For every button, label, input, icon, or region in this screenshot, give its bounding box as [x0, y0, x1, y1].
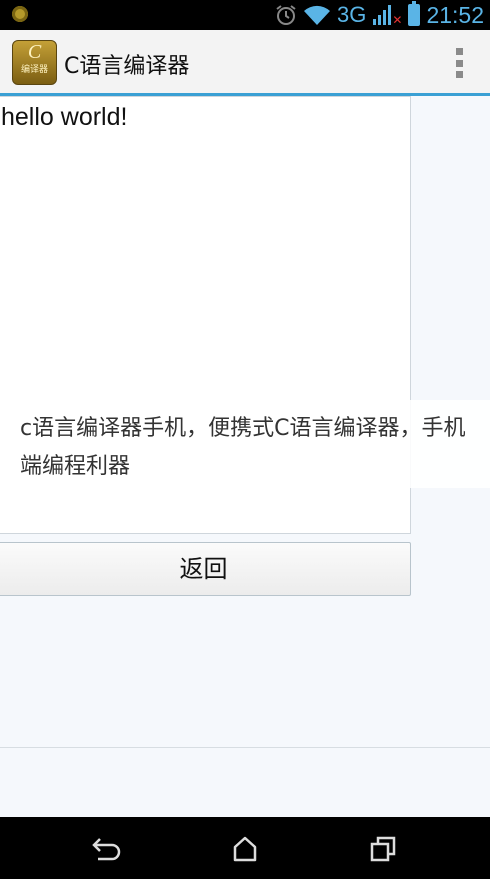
- network-type-label: 3G: [337, 2, 367, 27]
- battery-icon: [408, 1, 421, 26]
- alarm-icon: [276, 5, 296, 25]
- output-text: hello world!: [1, 103, 128, 131]
- status-bar: 3G ✕ 21:52: [0, 0, 490, 30]
- recent-apps-icon[interactable]: [364, 835, 404, 863]
- app-title: C语言编译器: [64, 54, 190, 79]
- overflow-menu-icon[interactable]: [456, 48, 464, 78]
- menu-dot: [456, 71, 463, 78]
- navigation-bar: [0, 817, 490, 879]
- status-clock: 21:52: [426, 1, 484, 28]
- back-icon[interactable]: [86, 835, 126, 863]
- signal-icon: [373, 5, 392, 25]
- app-icon-caption: 编译器: [20, 65, 48, 75]
- menu-dot: [456, 59, 463, 67]
- back-button-label: 返回: [179, 555, 228, 583]
- action-bar: C 编译器 C语言编译器: [0, 30, 490, 96]
- menu-dot: [456, 48, 463, 55]
- watermark-overlay: c语言编译器手机，便携式C语言编译器，手机端编程利器: [0, 400, 490, 488]
- wifi-icon: [304, 5, 331, 26]
- status-bar-right: 3G ✕ 21:52: [275, 0, 484, 30]
- no-data-icon: ✕: [392, 13, 403, 27]
- divider: [0, 747, 490, 748]
- back-button[interactable]: 返回: [0, 542, 411, 596]
- notification-icon: [12, 6, 28, 22]
- app-icon[interactable]: C 编译器: [12, 40, 57, 85]
- watermark-text: c语言编译器手机，便携式C语言编译器，手机端编程利器: [20, 416, 466, 479]
- home-icon[interactable]: [225, 835, 265, 863]
- app-icon-letter: C: [27, 41, 42, 63]
